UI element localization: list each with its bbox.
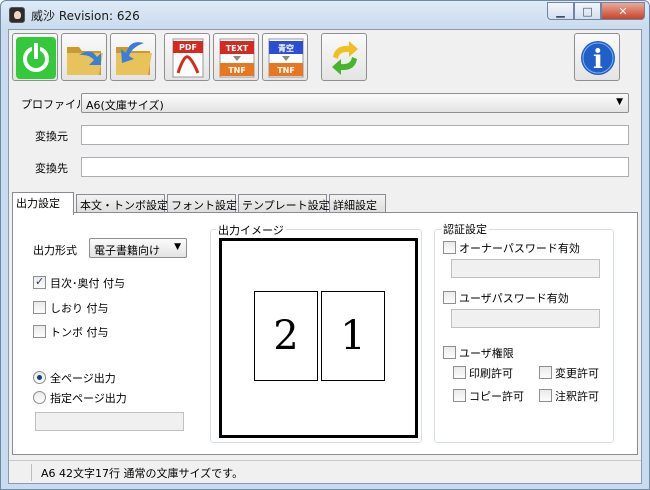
tab-output-settings[interactable]: 出力設定: [12, 192, 74, 215]
aozora-label: 青空: [278, 43, 294, 53]
chevron-down-icon: ▼: [174, 242, 181, 252]
output-folder-button[interactable]: [110, 33, 156, 81]
title-bar[interactable]: 威沙 Revision: 626 ▁ □ ✕: [1, 1, 649, 29]
auth-title: 認証設定: [441, 221, 489, 237]
pdf-label: PDF: [179, 43, 197, 52]
dest-label: 変換先: [35, 162, 68, 175]
pdf-file-icon: PDF: [172, 38, 204, 78]
refresh-icon: [332, 41, 358, 75]
status-bar: A6 42文字17行 通常の文庫サイズです。: [9, 460, 641, 483]
profile-value: A6(文庫サイズ): [86, 99, 164, 112]
page-range-input[interactable]: [35, 412, 184, 431]
format-label: 出力形式: [33, 244, 77, 257]
print-permission-label: 印刷許可: [469, 367, 513, 380]
print-permission-checkbox[interactable]: [453, 366, 466, 379]
change-permission-checkbox[interactable]: [539, 366, 552, 379]
close-button[interactable]: ✕: [601, 2, 645, 20]
toolbar: PDF TEXT TNF 青空 TNF i: [12, 32, 638, 82]
user-permissions-label: ユーザ権限: [459, 347, 514, 360]
left-page: 2: [254, 291, 318, 381]
window-controls: ▁ □ ✕: [547, 2, 645, 20]
annotate-permission-label: 注釈許可: [555, 390, 599, 403]
window-title: 威沙 Revision: 626: [31, 9, 140, 23]
specified-pages-label: 指定ページ出力: [50, 392, 127, 405]
folder-arrow-back-icon: [116, 42, 152, 75]
source-label: 変換元: [35, 130, 68, 143]
right-page: 1: [321, 291, 385, 381]
info-icon: i: [581, 41, 615, 75]
tab-advanced-settings[interactable]: 詳細設定: [329, 194, 386, 214]
power-button[interactable]: [12, 33, 58, 81]
app-icon: [9, 7, 25, 23]
bookmark-checkbox[interactable]: [33, 301, 46, 314]
user-password-input[interactable]: [451, 309, 600, 328]
status-text: A6 42文字17行 通常の文庫サイズです。: [41, 467, 244, 480]
format-value: 電子書籍向け: [94, 244, 160, 257]
tab-body-trim-settings[interactable]: 本文・トンボ設定: [76, 194, 168, 214]
open-folder-button[interactable]: [61, 33, 107, 81]
copy-permission-label: コピー許可: [469, 390, 524, 403]
owner-password-label: オーナーパスワード有効: [459, 242, 580, 255]
refresh-button[interactable]: [321, 33, 367, 81]
close-icon: ✕: [618, 4, 628, 18]
app-window: 威沙 Revision: 626 ▁ □ ✕ PDF TEXT TNF 青空 T…: [0, 0, 650, 490]
format-select[interactable]: 電子書籍向け ▼: [89, 238, 187, 258]
aozora-tnf-icon: 青空 TNF: [268, 38, 304, 78]
owner-password-input[interactable]: [451, 259, 600, 278]
client-area: PDF TEXT TNF 青空 TNF i プロファイル A6(文庫サイズ) ▼…: [8, 29, 642, 484]
maximize-icon: □: [582, 4, 593, 18]
annotate-permission-checkbox[interactable]: [539, 389, 552, 402]
tab-panel-output: 出力形式 電子書籍向け ▼ 目次･奥付 付与 しおり 付与 トンボ 付与 全ペー…: [12, 212, 638, 455]
preview-canvas: 2 1: [219, 238, 418, 438]
info-letter: i: [593, 45, 603, 75]
user-password-label: ユーザパスワード有効: [459, 292, 569, 305]
tab-template-settings[interactable]: テンプレート設定: [238, 194, 330, 214]
owner-password-checkbox[interactable]: [443, 241, 456, 254]
power-icon: [16, 37, 56, 79]
minimize-button[interactable]: ▁: [547, 2, 574, 20]
trim-label: トンボ 付与: [50, 326, 109, 339]
text-tnf-icon: TEXT TNF: [219, 38, 255, 78]
tab-font-settings[interactable]: フォント設定: [167, 194, 237, 214]
tnf-label: TNF: [228, 66, 246, 75]
toc-label: 目次･奥付 付与: [50, 277, 125, 290]
source-input[interactable]: [81, 125, 629, 145]
pdf-button[interactable]: PDF: [164, 33, 210, 81]
copy-permission-checkbox[interactable]: [453, 389, 466, 402]
trim-checkbox[interactable]: [33, 325, 46, 338]
folder-arrow-right-icon: [67, 47, 103, 75]
text-to-tnf-button[interactable]: TEXT TNF: [213, 33, 259, 81]
minimize-icon: ▁: [556, 4, 565, 18]
profile-label: プロファイル: [21, 98, 87, 111]
aozora-to-tnf-button[interactable]: 青空 TNF: [262, 33, 308, 81]
all-pages-label: 全ページ出力: [50, 372, 116, 385]
toc-checkbox[interactable]: [33, 275, 46, 289]
specified-pages-radio[interactable]: [33, 391, 46, 404]
user-permissions-checkbox[interactable]: [443, 346, 456, 359]
profile-select[interactable]: A6(文庫サイズ) ▼: [81, 93, 629, 113]
text-label: TEXT: [226, 44, 249, 53]
chevron-down-icon: ▼: [616, 97, 623, 107]
bookmark-label: しおり 付与: [50, 302, 109, 315]
user-password-checkbox[interactable]: [443, 291, 456, 304]
maximize-button[interactable]: □: [574, 2, 601, 20]
tnf-label: TNF: [277, 66, 295, 75]
preview-title: 出力イメージ: [216, 222, 286, 238]
status-separator: [31, 464, 32, 481]
dest-input[interactable]: [81, 157, 629, 177]
info-button[interactable]: i: [574, 33, 620, 81]
change-permission-label: 変更許可: [555, 367, 599, 380]
all-pages-radio[interactable]: [33, 371, 46, 384]
